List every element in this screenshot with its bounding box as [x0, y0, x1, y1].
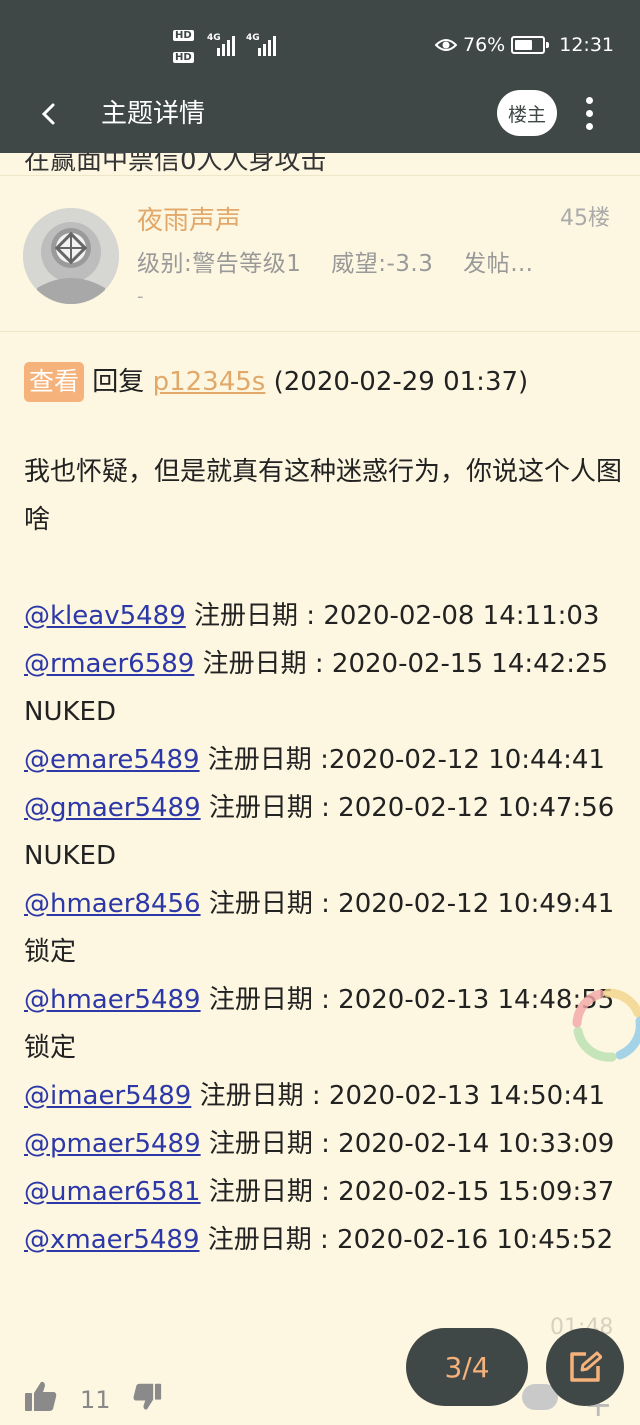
registration-date: 注册日期 : 2020-02-13 14:48:55 — [200, 985, 615, 1015]
page-indicator[interactable]: 3/4 — [406, 1328, 528, 1406]
registration-date: 注册日期 : 2020-02-15 15:09:37 — [200, 1177, 615, 1207]
previous-post-fragment: 在赢面中票信0人人身攻击 — [0, 153, 640, 176]
author-post-count: 发帖… — [463, 251, 534, 277]
thumbs-up-icon — [25, 1381, 57, 1411]
edit-icon — [570, 1351, 602, 1382]
like-button[interactable] — [24, 1380, 58, 1416]
floor-number: 45楼 — [560, 206, 610, 231]
app-bar: 主题详情 楼主 — [0, 90, 640, 153]
reply-time: (2020-02-29 01:37) — [273, 367, 529, 397]
previous-post-text: 在赢面中票信0人人身攻击 — [24, 153, 327, 176]
dislike-button[interactable] — [132, 1382, 162, 1416]
registration-row: @kleav5489 注册日期 : 2020-02-08 14:11:03 — [24, 592, 624, 640]
reply-user-link[interactable]: p12345s — [153, 367, 266, 397]
top-bar: HD HD 4G 4G 76% 12:31 主题详情 楼主 — [0, 0, 640, 153]
mention-link[interactable]: @pmaer5489 — [24, 1129, 201, 1159]
registration-row: @hmaer8456 注册日期 : 2020-02-12 10:49:41 — [24, 880, 624, 928]
reply-header: 查看 回复 p12345s (2020-02-29 01:37) — [24, 356, 624, 408]
mention-link[interactable]: @hmaer5489 — [24, 985, 201, 1015]
eye-icon — [435, 39, 457, 51]
author-prestige: 威望:-3.3 — [331, 251, 434, 277]
reply-label: 回复 — [92, 367, 145, 397]
registration-list: @kleav5489 注册日期 : 2020-02-08 14:11:03 @rm… — [24, 592, 624, 1264]
more-vertical-icon[interactable] — [574, 90, 604, 136]
post-actions: 11 + — [0, 1360, 640, 1422]
post-header: 夜雨声声 45楼 级别:警告等级1 威望:-3.3 发帖… - — [0, 176, 640, 332]
mention-link[interactable]: @kleav5489 — [24, 601, 186, 631]
account-status: 锁定 — [24, 937, 77, 967]
registration-row: @umaer6581 注册日期 : 2020-02-15 15:09:37 — [24, 1168, 624, 1216]
author-extra: - — [137, 286, 144, 307]
registration-date: 注册日期 : 2020-02-12 10:47:56 — [200, 793, 615, 823]
hd-badge-1: HD — [173, 30, 194, 41]
like-count: 11 — [80, 1386, 111, 1414]
battery-icon — [511, 36, 550, 54]
registration-date: 注册日期 : 2020-02-08 14:11:03 — [185, 601, 600, 631]
registration-row: @pmaer5489 注册日期 : 2020-02-14 10:33:09 — [24, 1120, 624, 1168]
author-name[interactable]: 夜雨声声 — [137, 200, 241, 237]
back-button[interactable] — [30, 96, 66, 132]
hd-badge-2: HD — [173, 52, 194, 63]
registration-row: @imaer5489 注册日期 : 2020-02-13 14:50:41 — [24, 1072, 624, 1120]
page-title: 主题详情 — [101, 99, 206, 129]
battery-percent: 76% — [463, 34, 506, 56]
registration-date: 注册日期 : 2020-02-16 10:45:52 — [199, 1225, 614, 1255]
op-only-button[interactable]: 楼主 — [497, 90, 557, 136]
mention-link[interactable]: @hmaer8456 — [24, 889, 201, 919]
registration-date: 注册日期 : 2020-02-14 10:33:09 — [200, 1129, 615, 1159]
clock: 12:31 — [559, 34, 614, 56]
mention-link[interactable]: @xmaer5489 — [24, 1225, 200, 1255]
registration-row: @gmaer5489 注册日期 : 2020-02-12 10:47:56 — [24, 784, 624, 832]
author-level: 级别:警告等级1 — [137, 251, 302, 277]
post-body: 查看 回复 p12345s (2020-02-29 01:37) 我也怀疑，但是… — [24, 356, 624, 1264]
account-status: NUKED — [24, 697, 116, 727]
thumbs-down-icon — [133, 1383, 162, 1410]
registration-row: @emare5489 注册日期 :2020-02-12 10:44:41 — [24, 736, 624, 784]
mention-link[interactable]: @umaer6581 — [24, 1177, 201, 1207]
diving-helmet-icon — [23, 208, 119, 304]
compose-button[interactable] — [546, 1328, 624, 1406]
account-status: 锁定 — [24, 1033, 77, 1063]
avatar[interactable] — [23, 208, 119, 304]
signal-icon — [258, 32, 276, 56]
author-meta: 级别:警告等级1 威望:-3.3 发帖… — [137, 244, 556, 278]
account-status: NUKED — [24, 841, 116, 871]
status-bar: HD HD 4G 4G 76% 12:31 — [0, 0, 640, 90]
registration-date: 注册日期 : 2020-02-13 14:50:41 — [191, 1081, 606, 1111]
mention-link[interactable]: @emare5489 — [24, 745, 200, 775]
chevron-left-icon — [41, 103, 55, 125]
registration-date: 注册日期 : 2020-02-12 10:49:41 — [200, 889, 615, 919]
registration-row: @xmaer5489 注册日期 : 2020-02-16 10:45:52 — [24, 1216, 624, 1264]
registration-date: 注册日期 :2020-02-12 10:44:41 — [199, 745, 605, 775]
registration-date: 注册日期 : 2020-02-15 14:42:25 — [194, 649, 609, 679]
mention-link[interactable]: @imaer5489 — [24, 1081, 191, 1111]
mention-link[interactable]: @gmaer5489 — [24, 793, 201, 823]
loading-spinner-icon — [572, 988, 640, 1062]
signal-icon — [217, 32, 235, 56]
registration-row: @rmaer6589 注册日期 : 2020-02-15 14:42:25 — [24, 640, 624, 688]
mention-link[interactable]: @rmaer6589 — [24, 649, 194, 679]
view-quote-button[interactable]: 查看 — [24, 362, 85, 402]
registration-row: @hmaer5489 注册日期 : 2020-02-13 14:48:55 — [24, 976, 624, 1024]
post-comment: 我也怀疑，但是就真有这种迷惑行为，你说这个人图啥 — [24, 457, 623, 535]
